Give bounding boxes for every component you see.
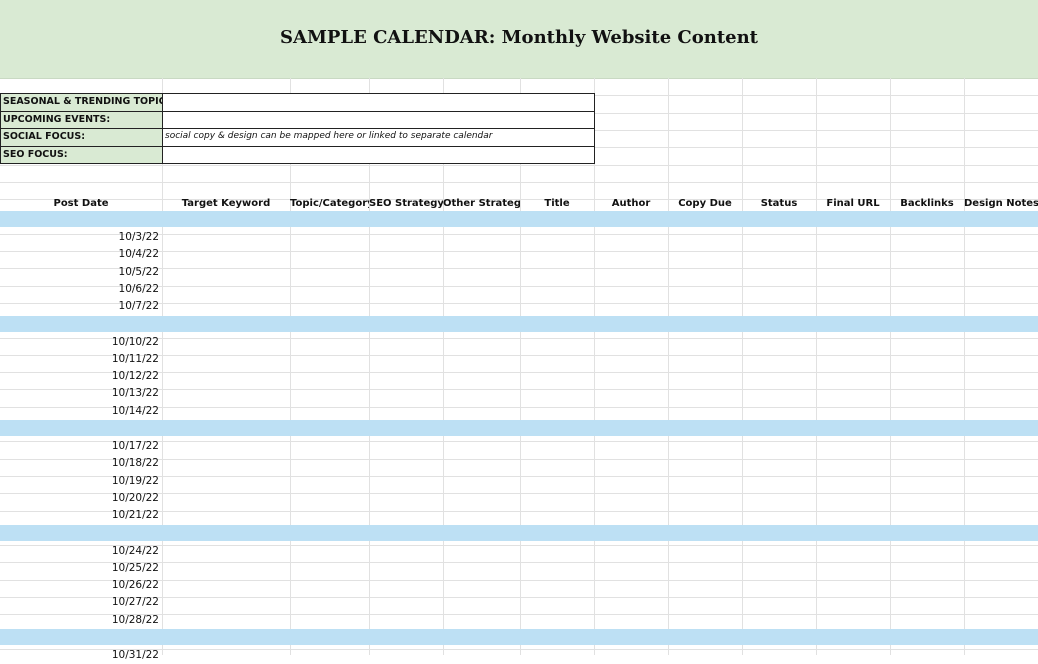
post-date-cell[interactable]: 10/28/22 [0,612,162,629]
column-header[interactable]: Other Strategy [443,195,520,212]
column-header[interactable]: Title [520,195,594,212]
spreadsheet-grid[interactable]: SAMPLE CALENDAR: Monthly Website Content… [0,0,1038,661]
post-date-cell[interactable]: 10/7/22 [0,298,162,315]
info-row-divider [0,145,595,147]
calendar-title: SAMPLE CALENDAR: Monthly Website Content [280,27,758,48]
post-date-cell[interactable]: 10/6/22 [0,281,162,298]
post-date-cell[interactable]: 10/3/22 [0,229,162,246]
week-separator-row [0,629,1038,645]
column-header[interactable]: Status [742,195,816,212]
post-date-cell[interactable]: 10/20/22 [0,490,162,507]
info-row-divider [0,110,595,112]
info-row-divider [0,128,595,129]
column-header[interactable]: Copy Due [668,195,742,212]
post-date-cell[interactable]: 10/13/22 [0,385,162,402]
post-date-cell[interactable]: 10/21/22 [0,507,162,524]
column-header[interactable]: Final URL [816,195,890,212]
column-header[interactable]: Post Date [0,195,162,212]
post-date-cell[interactable]: 10/4/22 [0,246,162,263]
post-date-cell[interactable]: 10/5/22 [0,264,162,281]
post-date-cell[interactable]: 10/12/22 [0,368,162,385]
post-date-cell[interactable]: 10/31/22 [0,647,162,664]
post-date-cell[interactable]: 10/11/22 [0,351,162,368]
column-header[interactable]: Author [594,195,668,212]
post-date-cell[interactable]: 10/27/22 [0,594,162,611]
column-header[interactable]: Design Notes [964,195,1038,212]
column-header[interactable]: Target Keyword [162,195,290,212]
week-separator-row [0,420,1038,436]
row-gridline [0,165,1038,166]
post-date-cell[interactable]: 10/18/22 [0,455,162,472]
week-separator-row [0,524,1038,541]
week-separator-row [0,211,1038,227]
post-date-cell[interactable]: 10/19/22 [0,473,162,490]
info-column-divider [162,93,163,163]
row-gridline [0,182,1038,183]
week-separator-row [0,315,1038,332]
post-date-cell[interactable]: 10/26/22 [0,577,162,594]
post-date-cell[interactable]: 10/17/22 [0,438,162,455]
post-date-cell[interactable]: 10/10/22 [0,334,162,351]
post-date-cell[interactable]: 10/24/22 [0,543,162,560]
post-date-cell[interactable]: 10/14/22 [0,403,162,420]
column-header[interactable]: Topic/Category [290,195,369,212]
post-date-cell[interactable]: 10/25/22 [0,560,162,577]
column-header[interactable]: Backlinks [890,195,964,212]
column-header[interactable]: SEO Strategy [369,195,443,212]
